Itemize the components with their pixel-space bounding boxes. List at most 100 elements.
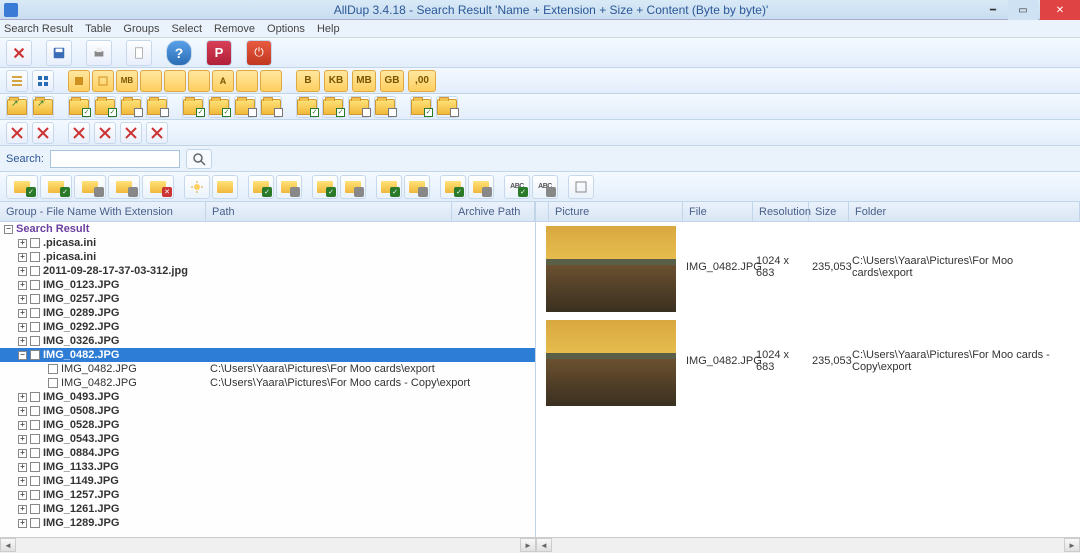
detail-row[interactable]: IMG_0482.JPG1024 x 683235,053C:\Users\Ya… [536, 222, 1080, 316]
sel-15[interactable] [568, 175, 594, 199]
report-button[interactable] [126, 40, 152, 66]
col-btn-7[interactable] [260, 70, 282, 92]
scroll-left-r[interactable]: ► [520, 538, 536, 552]
tree-group[interactable]: +2011-09-28-17-37-03-312.jpg [0, 264, 535, 278]
folder-no-7[interactable] [436, 96, 458, 118]
sel-abc2[interactable]: ABC [532, 175, 558, 199]
folder-chk-6[interactable] [322, 96, 344, 118]
folder-chk-1[interactable] [68, 96, 90, 118]
del-chk-4[interactable] [94, 122, 116, 144]
print-button[interactable] [86, 40, 112, 66]
sel-10[interactable] [340, 175, 366, 199]
sel-6[interactable] [212, 175, 238, 199]
maximize-button[interactable]: ▭ [1008, 0, 1038, 20]
tree-group[interactable]: +IMG_0528.JPG [0, 418, 535, 432]
tree-group[interactable]: +IMG_0508.JPG [0, 404, 535, 418]
sel-11[interactable]: ✓ [376, 175, 402, 199]
col-btn-mb[interactable]: MB [116, 70, 138, 92]
save-button[interactable] [46, 40, 72, 66]
search-input[interactable] [50, 150, 180, 168]
tree-group[interactable]: +IMG_0292.JPG [0, 320, 535, 334]
col-archive[interactable]: Archive Path [452, 202, 535, 221]
scroll-left-l[interactable]: ◄ [0, 538, 16, 552]
scroll-right-l[interactable]: ◄ [536, 538, 552, 552]
tree-group[interactable]: −IMG_0482.JPG [0, 348, 535, 362]
view-grid-icon[interactable] [32, 70, 54, 92]
power-button[interactable]: ⏻ [246, 40, 272, 66]
delete-button[interactable] [6, 40, 32, 66]
sel-9[interactable]: ✓ [312, 175, 338, 199]
del-chk-2[interactable] [32, 122, 54, 144]
menu-search-result[interactable]: Search Result [4, 23, 73, 35]
tree-group[interactable]: +IMG_0257.JPG [0, 292, 535, 306]
sel-1[interactable]: ✓ [6, 175, 38, 199]
menu-remove[interactable]: Remove [214, 23, 255, 35]
search-button[interactable] [186, 149, 212, 169]
scroll-right-r[interactable]: ► [1064, 538, 1080, 552]
pinterest-button[interactable]: P [206, 40, 232, 66]
sel-3[interactable] [74, 175, 106, 199]
col-picture[interactable]: Picture [549, 202, 683, 221]
folder-open-2[interactable]: ↗ [32, 96, 54, 118]
sel-5[interactable]: ✕ [142, 175, 174, 199]
sel-4[interactable] [108, 175, 140, 199]
col-btn-4[interactable] [164, 70, 186, 92]
tree-group[interactable]: +IMG_1149.JPG [0, 474, 535, 488]
tree-group[interactable]: +IMG_0543.JPG [0, 432, 535, 446]
tree-group[interactable]: +IMG_0123.JPG [0, 278, 535, 292]
sel-new[interactable] [184, 175, 210, 199]
tree-group[interactable]: +IMG_1289.JPG [0, 516, 535, 530]
menu-select[interactable]: Select [171, 23, 202, 35]
unit-mb[interactable]: MB [352, 70, 376, 92]
tree-group[interactable]: +IMG_0493.JPG [0, 390, 535, 404]
unit-decimal[interactable]: ,00 [408, 70, 436, 92]
menu-options[interactable]: Options [267, 23, 305, 35]
sel-13[interactable]: ✓ [440, 175, 466, 199]
sel-12[interactable] [404, 175, 430, 199]
col-group[interactable]: Group - File Name With Extension [0, 202, 206, 221]
menu-table[interactable]: Table [85, 23, 111, 35]
close-button[interactable]: ✕ [1040, 0, 1080, 20]
col-btn-2[interactable] [92, 70, 114, 92]
tree-group[interactable]: +IMG_1257.JPG [0, 488, 535, 502]
col-btn-3[interactable] [140, 70, 162, 92]
folder-open-1[interactable]: ↗ [6, 96, 28, 118]
sel-2[interactable]: ✓ [40, 175, 72, 199]
tree-file[interactable]: IMG_0482.JPGC:\Users\Yaara\Pictures\For … [0, 376, 535, 390]
col-handle[interactable] [536, 202, 549, 221]
tree-file[interactable]: IMG_0482.JPGC:\Users\Yaara\Pictures\For … [0, 362, 535, 376]
folder-no-2[interactable] [146, 96, 168, 118]
sel-8[interactable] [276, 175, 302, 199]
folder-no-3[interactable] [234, 96, 256, 118]
folder-no-4[interactable] [260, 96, 282, 118]
col-file[interactable]: File [683, 202, 753, 221]
folder-no-6[interactable] [374, 96, 396, 118]
folder-chk-4[interactable] [208, 96, 230, 118]
tree-group[interactable]: +IMG_0289.JPG [0, 306, 535, 320]
tree-group[interactable]: +IMG_0326.JPG [0, 334, 535, 348]
sel-abc1[interactable]: ABC✓ [504, 175, 530, 199]
del-chk-6[interactable] [146, 122, 168, 144]
col-size[interactable]: Size [809, 202, 849, 221]
menu-help[interactable]: Help [317, 23, 340, 35]
help-button[interactable]: ? [166, 40, 192, 66]
tree-group[interactable]: +IMG_0884.JPG [0, 446, 535, 460]
del-chk-1[interactable] [6, 122, 28, 144]
detail-row[interactable]: IMG_0482.JPG1024 x 683235,053C:\Users\Ya… [536, 316, 1080, 410]
folder-chk-3[interactable] [182, 96, 204, 118]
tree-group[interactable]: +.picasa.ini [0, 236, 535, 250]
col-folder[interactable]: Folder [849, 202, 1080, 221]
view-list-icon[interactable] [6, 70, 28, 92]
folder-no-5[interactable] [348, 96, 370, 118]
col-path[interactable]: Path [206, 202, 452, 221]
tree-group[interactable]: +IMG_1261.JPG [0, 502, 535, 516]
minimize-button[interactable]: ━ [978, 0, 1008, 20]
folder-chk-2[interactable] [94, 96, 116, 118]
sel-14[interactable] [468, 175, 494, 199]
tree-group[interactable]: +.picasa.ini [0, 250, 535, 264]
result-tree[interactable]: −Search Result+.picasa.ini+.picasa.ini+2… [0, 222, 535, 537]
tree-root[interactable]: −Search Result [0, 222, 535, 236]
col-resolution[interactable]: Resolution [753, 202, 809, 221]
col-btn-1[interactable] [68, 70, 90, 92]
folder-chk-5[interactable] [296, 96, 318, 118]
